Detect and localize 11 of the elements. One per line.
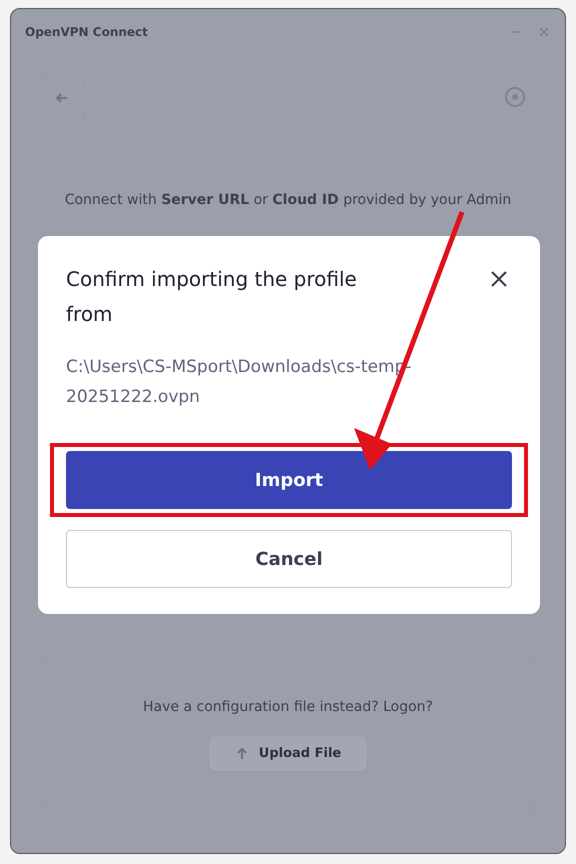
close-icon[interactable] <box>537 25 551 39</box>
upload-icon <box>234 746 249 760</box>
settings-icon[interactable] <box>504 86 526 108</box>
import-button[interactable]: Import <box>66 451 512 509</box>
cancel-button[interactable]: Cancel <box>66 530 512 588</box>
back-button[interactable] <box>39 75 85 121</box>
window-title: OpenVPN Connect <box>25 25 149 39</box>
intro-text: Connect with Server URL or Cloud ID provided by your Admin <box>64 191 512 210</box>
upload-button[interactable]: Upload File <box>208 735 368 772</box>
dialog-title: Confirm importing the profile from <box>66 266 358 328</box>
file-prompt: Have a configuration file instead? Logon? <box>143 699 433 715</box>
